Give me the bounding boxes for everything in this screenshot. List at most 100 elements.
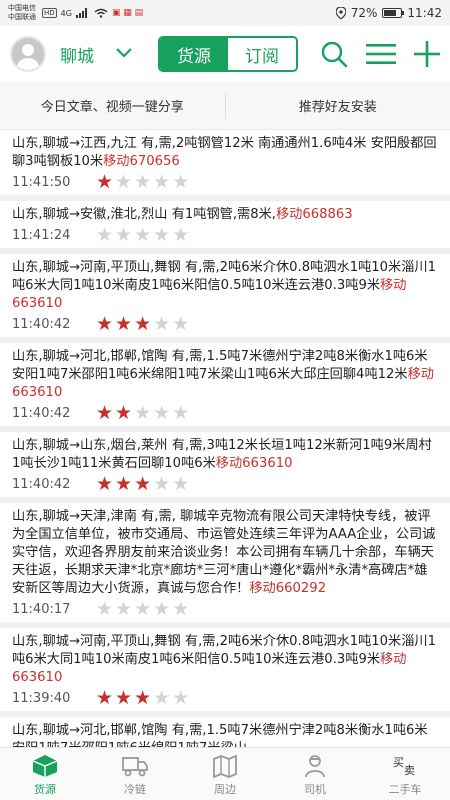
post-route-text: 山东,聊城→河北,邯郸,馆陶 有,需,1.5吨7米德州宁津2吨8米衡水1吨6米安… [12,723,428,747]
carrier-info: 中国电信 中国联通 [8,4,36,22]
used-car-icon: 买卖 [391,754,419,778]
star-icon: ★ [134,224,152,246]
star-icon: ★ [115,687,133,709]
svg-text:卖: 卖 [404,764,415,777]
star-icon: ★ [153,402,171,424]
star-icon: ★ [134,598,152,620]
status-bar: 中国电信 中国联通 HD 4G ▣ ▦ ▤ 72% 11:42 [0,0,450,26]
menu-icon[interactable] [366,43,396,65]
post-footer: 11:41:50 ★ ★ ★ ★ ★ [12,171,438,193]
chevron-down-icon[interactable] [116,46,132,62]
carrier-2: 中国联通 [8,13,36,21]
post-time: 11:41:50 [12,174,71,190]
post-route-text: 山东,聊城→河北,邯郸,馆陶 有,需,1.5吨7米德州宁津2吨8米衡水1吨6米安… [12,349,428,382]
feed-post[interactable]: 山东,聊城→河北,邯郸,馆陶 有,需,1.5吨7米德州宁津2吨8米衡水1吨6米安… [0,717,450,747]
nav-item-3[interactable]: 司机 [270,748,360,800]
rating-stars: ★ ★ ★ ★ ★ [96,314,189,334]
cargo-feed[interactable]: 山东,聊城→江西,九江 有,需,2吨钢管12米 南通通州1.6吨4米 安阳殷都回… [0,130,450,747]
post-phone-link[interactable]: 移动670656 [103,154,180,169]
avatar[interactable] [10,36,46,72]
post-text: 山东,聊城→河北,邯郸,馆陶 有,需,1.5吨7米德州宁津2吨8米衡水1吨6米安… [12,348,438,402]
post-time: 11:40:42 [12,476,71,492]
feed-post[interactable]: 山东,聊城→山东,烟台,莱州 有,需,3吨12米长垣1吨12米新河1吨9米周村1… [0,432,450,497]
star-icon: ★ [115,313,133,335]
nav-item-0[interactable]: 货源 [0,748,90,800]
hd-badge: HD [42,8,57,18]
star-icon: ★ [172,402,190,424]
battery-icon [382,8,405,18]
wifi-icon [94,8,108,18]
tab-subscribe[interactable]: 订阅 [228,38,296,70]
star-icon: ★ [115,171,133,193]
post-time: 11:40:42 [12,405,71,421]
post-text: 山东,聊城→天津,津南 有,需, 聊城辛克物流有限公司天津特快专线，被评为全国立… [12,508,438,598]
star-icon: ★ [172,313,190,335]
search-icon[interactable] [320,40,348,68]
star-icon: ★ [134,402,152,424]
feed-post[interactable]: 山东,聊城→天津,津南 有,需, 聊城辛克物流有限公司天津特快专线，被评为全国立… [0,503,450,622]
nav-label: 周边 [214,783,236,796]
star-icon: ★ [172,171,190,193]
feed-post[interactable]: 山东,聊城→河南,平顶山,舞钢 有,需,2吨6米介休0.8吨泗水1吨10米淄川1… [0,254,450,337]
star-icon: ★ [153,687,171,709]
star-icon: ★ [115,598,133,620]
feed-post[interactable]: 山东,聊城→河北,邯郸,馆陶 有,需,1.5吨7米德州宁津2吨8米衡水1吨6米安… [0,343,450,426]
share-articles-button[interactable]: 今日文章、视频一键分享 [0,96,225,115]
nav-label: 司机 [304,783,326,796]
signal-icon [75,8,87,18]
add-icon[interactable] [414,41,440,67]
post-footer: 11:40:42 ★ ★ ★ ★ ★ [12,313,438,335]
star-icon: ★ [134,473,152,495]
post-text: 山东,聊城→江西,九江 有,需,2吨钢管12米 南通通州1.6吨4米 安阳殷都回… [12,135,438,171]
post-route-text: 山东,聊城→河南,平顶山,舞钢 有,需,2吨6米介休0.8吨泗水1吨10米淄川1… [12,634,437,667]
post-text: 山东,聊城→河南,平顶山,舞钢 有,需,2吨6米介休0.8吨泗水1吨10米淄川1… [12,259,438,313]
post-time: 11:40:42 [12,316,71,332]
post-phone-link[interactable]: 移动663610 [216,456,293,471]
cube-icon [32,754,58,778]
share-bar: 今日文章、视频一键分享 推荐好友安装 [0,82,450,130]
nav-label: 二手车 [388,783,422,796]
star-icon: ★ [172,224,190,246]
star-icon: ★ [115,224,133,246]
feed-post[interactable]: 山东,聊城→安徽,淮北,烈山 有1吨钢管,需8米,移动668863 11:41:2… [0,201,450,248]
network-type: 4G [60,8,72,18]
carrier-1: 中国电信 [8,4,36,12]
star-icon: ★ [153,224,171,246]
clock: 11:42 [407,6,442,20]
post-phone-link[interactable]: 移动668863 [276,207,353,222]
post-route-text: 山东,聊城→河南,平顶山,舞钢 有,需,2吨6米介休0.8吨泗水1吨10米淄川1… [12,260,437,293]
svg-text:买: 买 [393,756,404,769]
nav-item-2[interactable]: 周边 [180,748,270,800]
star-icon: ★ [153,313,171,335]
post-text: 山东,聊城→山东,烟台,莱州 有,需,3吨12米长垣1吨12米新河1吨9米周村1… [12,437,438,473]
post-phone-link[interactable]: 移动660292 [249,581,326,596]
tab-source[interactable]: 货源 [160,38,228,70]
battery-percent: 72% [350,6,378,20]
rating-stars: ★ ★ ★ ★ ★ [96,172,189,192]
star-icon: ★ [96,313,114,335]
feed-post[interactable]: 山东,聊城→河南,平顶山,舞钢 有,需,2吨6米介休0.8吨泗水1吨10米淄川1… [0,628,450,711]
rating-stars: ★ ★ ★ ★ ★ [96,599,189,619]
rating-stars: ★ ★ ★ ★ ★ [96,403,189,423]
nav-item-1[interactable]: 冷链 [90,748,180,800]
star-icon: ★ [115,473,133,495]
feed-post[interactable]: 山东,聊城→江西,九江 有,需,2吨钢管12米 南通通州1.6吨4米 安阳殷都回… [0,130,450,195]
post-footer: 11:40:17 ★ ★ ★ ★ ★ [12,598,438,620]
post-footer: 11:40:42 ★ ★ ★ ★ ★ [12,473,438,495]
nav-item-4[interactable]: 买卖二手车 [360,748,450,800]
star-icon: ★ [172,473,190,495]
star-icon: ★ [96,402,114,424]
post-footer: 11:40:42 ★ ★ ★ ★ ★ [12,402,438,424]
post-route-text: 山东,聊城→安徽,淮北,烈山 有1吨钢管,需8米, [12,207,276,222]
post-time: 11:41:24 [12,227,71,243]
city-selector[interactable]: 聊城 [60,42,94,67]
post-text: 山东,聊城→河南,平顶山,舞钢 有,需,2吨6米介休0.8吨泗水1吨10米淄川1… [12,633,438,687]
invite-friends-button[interactable]: 推荐好友安装 [226,96,450,115]
map-icon [212,754,238,778]
star-icon: ★ [153,171,171,193]
rating-stars: ★ ★ ★ ★ ★ [96,474,189,494]
star-icon: ★ [134,313,152,335]
star-icon: ★ [96,473,114,495]
nav-label: 冷链 [124,783,146,796]
post-time: 11:39:40 [12,690,71,706]
